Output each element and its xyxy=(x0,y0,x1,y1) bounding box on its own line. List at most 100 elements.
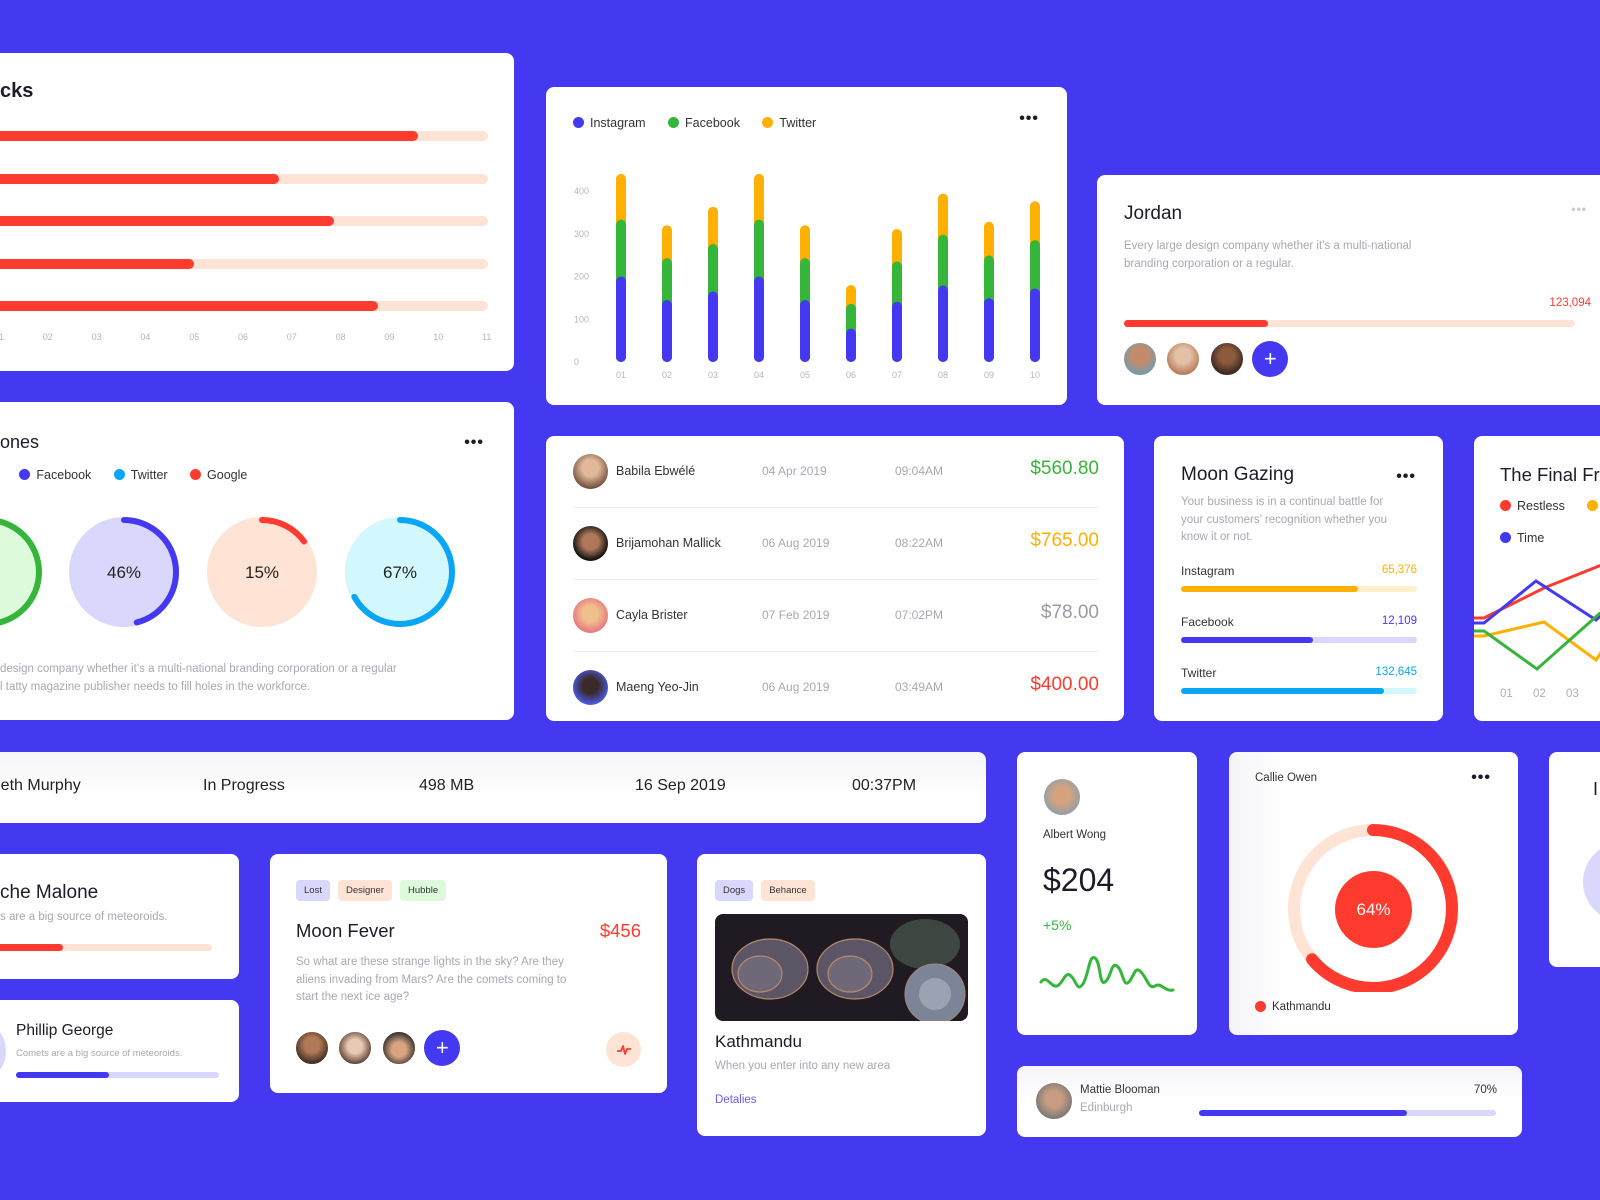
malone-progress-track xyxy=(0,944,212,951)
transaction-row[interactable]: Maeng Yeo-Jin 06 Aug 2019 03:49AM $400.0… xyxy=(573,652,1099,721)
bar-segment-instagram[interactable] xyxy=(846,328,856,362)
transaction-row[interactable]: Babila Ebwélé 04 Apr 2019 09:04AM $560.8… xyxy=(573,436,1099,508)
bar-segment-instagram[interactable] xyxy=(984,298,994,362)
callie-name: Callie Owen xyxy=(1255,772,1317,784)
jordan-title: Jordan xyxy=(1124,203,1183,224)
transaction-date: 06 Aug 2019 xyxy=(762,680,830,694)
x-tick-label: 07 xyxy=(892,370,902,380)
donut[interactable]: 46% xyxy=(69,517,179,627)
legend-restless[interactable]: Restless xyxy=(1500,499,1565,513)
transaction-time: 07:02PM xyxy=(895,608,944,622)
social-chart-card: Instagram Facebook Twitter ••• 0 100 200 30… xyxy=(546,87,1067,405)
avatar[interactable] xyxy=(1208,341,1245,377)
stat-progress-track xyxy=(1181,586,1417,592)
mattie-percent: 70% xyxy=(1473,1084,1497,1096)
moon-fever-tags: Lost Designer Hubble xyxy=(296,880,454,901)
x-tick-label: 05 xyxy=(800,370,810,380)
x-tick-label: 09 xyxy=(984,370,994,380)
more-icon[interactable]: ••• xyxy=(1396,469,1416,485)
add-member-button[interactable]: + xyxy=(1252,341,1289,377)
phillip-description: Comets are a big source of meteoroids. xyxy=(16,1048,183,1059)
callie-percent: 64% xyxy=(1356,899,1391,919)
file-owner: Beth Murphy xyxy=(0,777,81,794)
more-icon[interactable]: ••• xyxy=(464,435,484,451)
sparkline-path xyxy=(1039,956,1175,992)
legend-dot-icon xyxy=(1500,500,1511,511)
moon-gazing-title: Moon Gazing xyxy=(1181,464,1295,485)
transaction-amount: $560.80 xyxy=(1030,458,1099,479)
mattie-name: Mattie Blooman xyxy=(1080,1084,1160,1096)
kathmandu-tags: Dogs Behance xyxy=(715,880,823,901)
bar-segment-instagram[interactable] xyxy=(616,276,626,363)
albert-card: Albert Wong $204 +5% xyxy=(1017,752,1197,1035)
phones-card: ones ••• n Facebook Twitter Google % 46% 1… xyxy=(0,402,514,720)
jordan-progress-fill xyxy=(1124,320,1269,327)
bar-segment-instagram[interactable] xyxy=(800,300,810,362)
avatar[interactable] xyxy=(337,1030,374,1066)
y-tick-label: 0 xyxy=(574,357,579,367)
partial-donut xyxy=(1583,842,1600,922)
stacked-bar-chart: 0 100 200 300 400 01 02 03 04 05 06 07 08 09 10 xyxy=(574,173,1040,380)
tag-designer[interactable]: Designer xyxy=(337,880,392,901)
jordan-team: + xyxy=(1122,341,1289,377)
legend-google[interactable]: Google xyxy=(190,468,247,482)
tag-dogs[interactable]: Dogs xyxy=(715,880,754,901)
transaction-row[interactable]: Brijamohan Mallick 06 Aug 2019 08:22AM $… xyxy=(573,508,1099,580)
task-progress-track xyxy=(0,131,488,141)
more-icon[interactable]: ••• xyxy=(1571,203,1587,215)
avatar xyxy=(573,526,608,561)
bar-segment-instagram[interactable] xyxy=(754,276,764,363)
x-tick-label: 01 xyxy=(0,332,5,342)
bar-segment-instagram[interactable] xyxy=(662,300,672,362)
file-row[interactable]: Beth Murphy In Progress 498 MB 16 Sep 20… xyxy=(0,752,986,823)
avatar[interactable] xyxy=(380,1030,417,1066)
avatar xyxy=(573,670,608,705)
avatar[interactable] xyxy=(0,1026,6,1076)
tag-hubble[interactable]: Hubble xyxy=(400,880,447,901)
donut[interactable]: % xyxy=(0,517,42,627)
task-progress-fill xyxy=(0,216,334,226)
legend-twitter[interactable]: Twitter xyxy=(113,468,168,482)
legend-time[interactable]: Time xyxy=(1500,531,1544,545)
tag-behance[interactable]: Behance xyxy=(761,880,815,901)
more-icon[interactable]: ••• xyxy=(1471,770,1491,786)
final-legend: Restless xyxy=(1500,498,1600,516)
series-time xyxy=(1474,579,1600,625)
transaction-name: Cayla Brister xyxy=(616,608,688,622)
avatar[interactable] xyxy=(1122,341,1158,377)
x-tick-label: 03 xyxy=(91,332,102,342)
add-member-button[interactable]: + xyxy=(424,1030,461,1066)
file-status: In Progress xyxy=(203,777,285,794)
callie-card: Callie Owen ••• 64% Kathmandu xyxy=(1229,752,1518,1035)
legend-dot-icon xyxy=(190,469,202,480)
avatar[interactable] xyxy=(294,1030,330,1066)
avatar[interactable] xyxy=(1165,341,1202,377)
transaction-name: Brijamohan Mallick xyxy=(616,536,721,550)
donut[interactable]: 67% xyxy=(345,517,455,627)
legend-facebook[interactable]: Facebook xyxy=(19,468,91,482)
jordan-value: 123,094 xyxy=(1549,297,1591,309)
details-link[interactable]: Detalies xyxy=(715,1094,757,1106)
donut[interactable]: 15% xyxy=(207,517,317,627)
legend-item[interactable] xyxy=(1587,500,1600,511)
phillip-progress-fill xyxy=(16,1072,110,1078)
transaction-time: 08:22AM xyxy=(895,536,944,550)
transaction-name: Babila Ebwélé xyxy=(616,464,696,478)
stat-progress-fill xyxy=(1181,688,1384,694)
file-size: 498 MB xyxy=(419,777,475,794)
activity-button[interactable] xyxy=(606,1032,641,1067)
moon-gazing-card: Moon Gazing ••• Your business is in a co… xyxy=(1154,436,1443,721)
bar-segment-instagram[interactable] xyxy=(892,301,902,362)
avatar[interactable] xyxy=(1034,1081,1074,1121)
bar-segment-instagram[interactable] xyxy=(1030,288,1040,362)
transaction-row[interactable]: Cayla Brister 07 Feb 2019 07:02PM $78.00 xyxy=(573,580,1099,652)
bar-segment-instagram[interactable] xyxy=(938,285,948,362)
x-tick-label: 05 xyxy=(189,332,200,342)
stat-progress-fill xyxy=(1181,586,1358,592)
final-legend-row2: Time xyxy=(1500,530,1562,548)
bar-segment-instagram[interactable] xyxy=(708,291,718,362)
tasks-title: cks xyxy=(0,80,34,102)
x-tick-label: 08 xyxy=(335,332,346,342)
avatar[interactable] xyxy=(1042,777,1082,817)
tag-lost[interactable]: Lost xyxy=(296,880,330,901)
